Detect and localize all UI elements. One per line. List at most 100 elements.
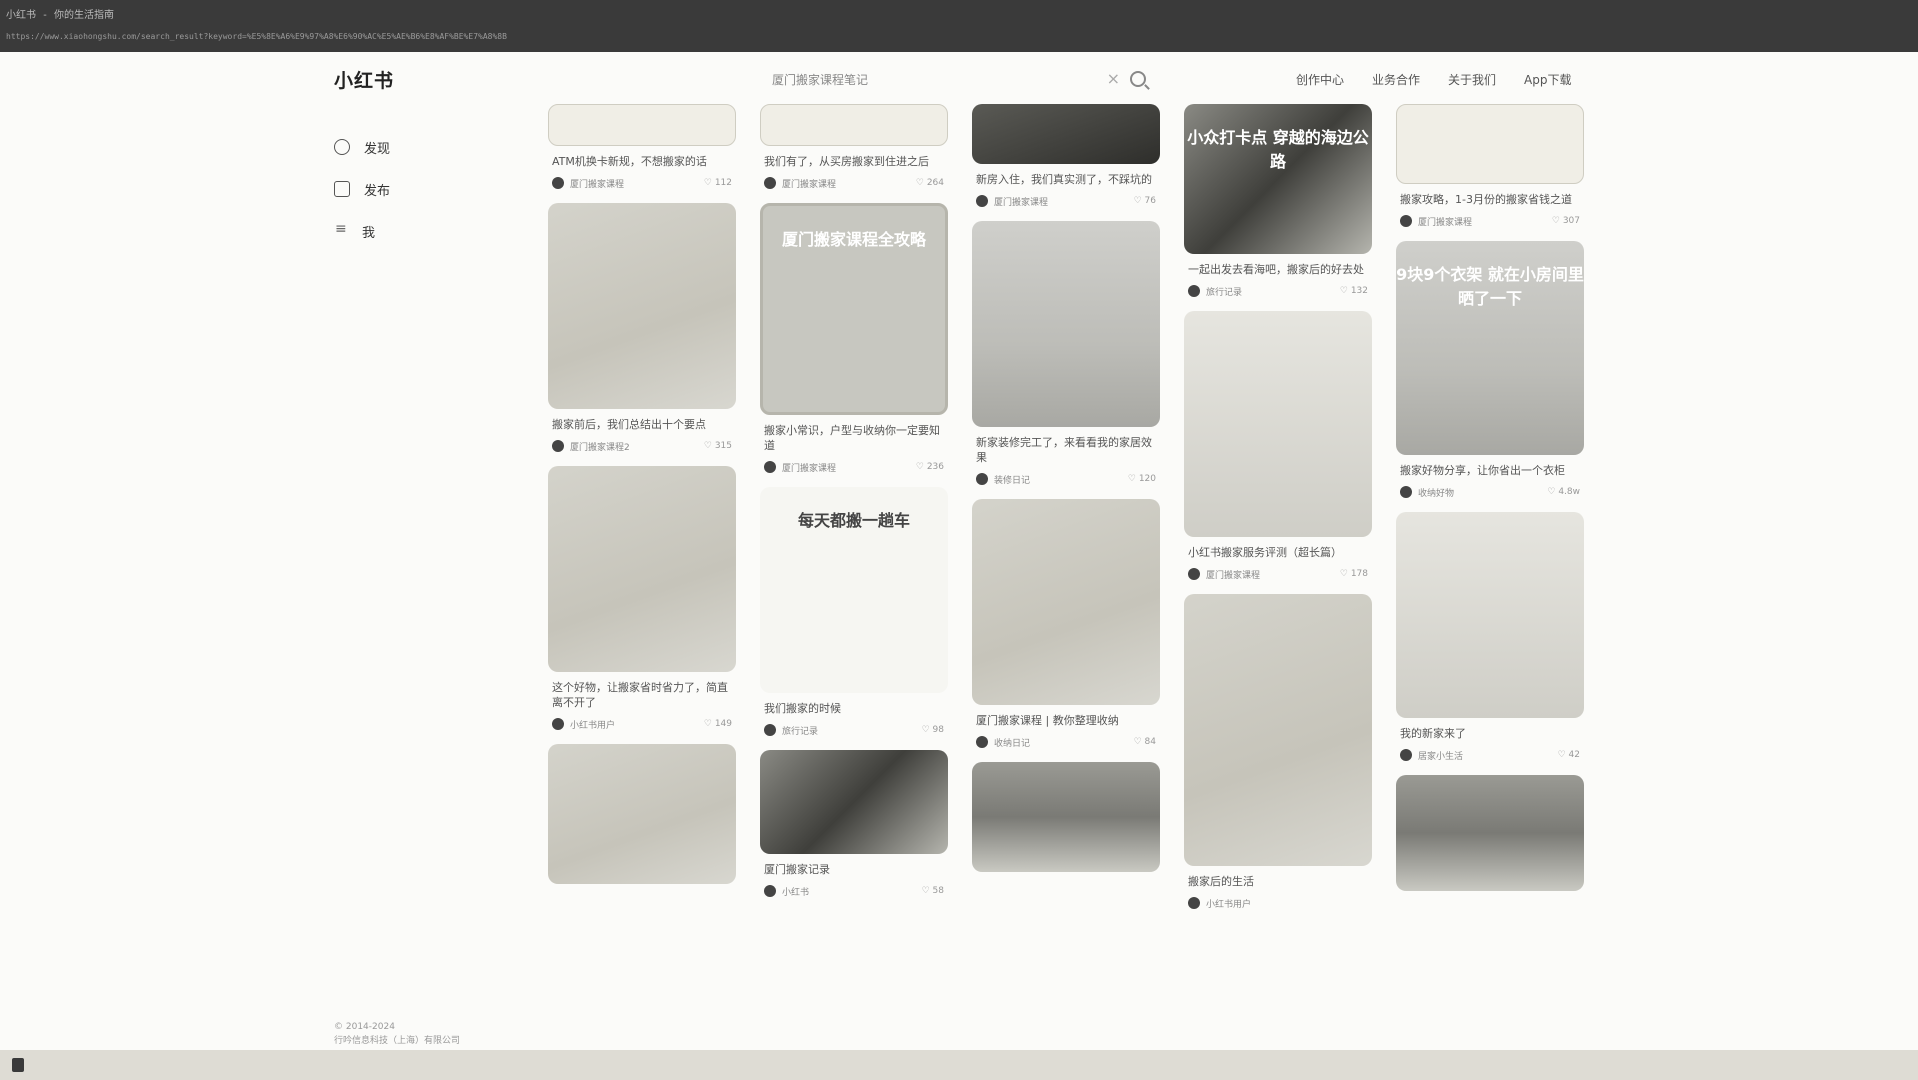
- note-title[interactable]: 我们有了，从买房搬家到住进之后: [760, 154, 948, 169]
- note-cover-image[interactable]: [1184, 311, 1372, 537]
- note-card[interactable]: 9块9个衣架 就在小房间里晒了一下搬家好物分享，让你省出一个衣柜收纳好物4.8w: [1396, 241, 1584, 500]
- note-title[interactable]: 厦门搬家课程 | 教你整理收纳: [972, 713, 1160, 728]
- avatar[interactable]: [1400, 749, 1412, 761]
- like-count[interactable]: 84: [1134, 737, 1156, 747]
- note-title[interactable]: 我们搬家的时候: [760, 701, 948, 716]
- note-cover-image[interactable]: 厦门搬家课程全攻略: [760, 203, 948, 415]
- note-card[interactable]: 这个好物，让搬家省时省力了，简直离不开了小红书用户149: [548, 466, 736, 732]
- note-cover-image[interactable]: [1184, 594, 1372, 866]
- avatar[interactable]: [764, 177, 776, 189]
- avatar[interactable]: [764, 885, 776, 897]
- note-card[interactable]: 我们有了，从买房搬家到住进之后厦门搬家课程264: [760, 104, 948, 191]
- note-card[interactable]: 厦门搬家课程全攻略搬家小常识，户型与收纳你一定要知道厦门搬家课程236: [760, 203, 948, 475]
- note-card[interactable]: 厦门搬家课程 | 教你整理收纳收纳日记84: [972, 499, 1160, 750]
- note-cover-image[interactable]: 9块9个衣架 就在小房间里晒了一下: [1396, 241, 1584, 455]
- note-card[interactable]: 搬家前后，我们总结出十个要点厦门搬家课程2315: [548, 203, 736, 454]
- note-title[interactable]: ATM机换卡新规，不想搬家的话: [548, 154, 736, 169]
- avatar[interactable]: [1400, 486, 1412, 498]
- note-title[interactable]: 新房入住，我们真实测了，不踩坑的: [972, 172, 1160, 187]
- note-cover-image[interactable]: [1396, 512, 1584, 718]
- like-count[interactable]: 120: [1128, 474, 1156, 484]
- nav-about[interactable]: 关于我们: [1448, 71, 1496, 88]
- like-count[interactable]: 307: [1552, 216, 1580, 226]
- note-cover-image[interactable]: [548, 104, 736, 146]
- sidebar-item-publish[interactable]: 发布: [334, 168, 390, 210]
- author-name[interactable]: 小红书用户: [1206, 897, 1368, 910]
- address-bar[interactable]: https://www.xiaohongshu.com/search_resul…: [6, 32, 1406, 41]
- note-card[interactable]: [972, 762, 1160, 872]
- note-card[interactable]: 我的新家来了居家小生活42: [1396, 512, 1584, 763]
- note-cover-image[interactable]: 每天都搬一趟车: [760, 487, 948, 693]
- search-input[interactable]: 厦门搬家课程笔记: [772, 71, 868, 88]
- note-cover-image[interactable]: [548, 203, 736, 409]
- avatar[interactable]: [1188, 568, 1200, 580]
- avatar[interactable]: [976, 195, 988, 207]
- note-card[interactable]: 厦门搬家记录小红书58: [760, 750, 948, 899]
- note-title[interactable]: 搬家前后，我们总结出十个要点: [548, 417, 736, 432]
- author-name[interactable]: 装修日记: [994, 473, 1128, 486]
- note-cover-image[interactable]: [972, 221, 1160, 427]
- note-cover-image[interactable]: [760, 104, 948, 146]
- like-count[interactable]: 4.8w: [1547, 487, 1580, 497]
- avatar[interactable]: [976, 736, 988, 748]
- note-title[interactable]: 厦门搬家记录: [760, 862, 948, 877]
- note-card[interactable]: 小红书搬家服务评测（超长篇） 厦门搬家课程178: [1184, 311, 1372, 582]
- note-card[interactable]: 新房入住，我们真实测了，不踩坑的厦门搬家课程76: [972, 104, 1160, 209]
- note-title[interactable]: 小红书搬家服务评测（超长篇）: [1184, 545, 1372, 560]
- author-name[interactable]: 收纳日记: [994, 736, 1134, 749]
- author-name[interactable]: 厦门搬家课程: [1418, 215, 1552, 228]
- like-count[interactable]: 264: [916, 178, 944, 188]
- like-count[interactable]: 236: [916, 462, 944, 472]
- avatar[interactable]: [1188, 897, 1200, 909]
- like-count[interactable]: 58: [922, 886, 944, 896]
- avatar[interactable]: [552, 718, 564, 730]
- sidebar-item-discover[interactable]: 发现: [334, 126, 390, 168]
- note-title[interactable]: 搬家好物分享，让你省出一个衣柜: [1396, 463, 1584, 478]
- nav-business[interactable]: 业务合作: [1372, 71, 1420, 88]
- note-card[interactable]: 每天都搬一趟车我们搬家的时候旅行记录98: [760, 487, 948, 738]
- note-cover-image[interactable]: [972, 499, 1160, 705]
- avatar[interactable]: [1188, 285, 1200, 297]
- like-count[interactable]: 98: [922, 725, 944, 735]
- author-name[interactable]: 厦门搬家课程: [994, 195, 1134, 208]
- note-cover-image[interactable]: [1396, 104, 1584, 184]
- author-name[interactable]: 厦门搬家课程: [1206, 568, 1340, 581]
- note-title[interactable]: 我的新家来了: [1396, 726, 1584, 741]
- avatar[interactable]: [764, 461, 776, 473]
- nav-app-download[interactable]: App下载: [1524, 71, 1571, 88]
- note-card[interactable]: 小众打卡点 穿越的海边公路一起出发去看海吧，搬家后的好去处旅行记录132: [1184, 104, 1372, 299]
- note-title[interactable]: 一起出发去看海吧，搬家后的好去处: [1184, 262, 1372, 277]
- note-card[interactable]: 搬家攻略，1-3月份的搬家省钱之道厦门搬家课程307: [1396, 104, 1584, 229]
- note-cover-image[interactable]: 小众打卡点 穿越的海边公路: [1184, 104, 1372, 254]
- avatar[interactable]: [1400, 215, 1412, 227]
- author-name[interactable]: 厦门搬家课程: [570, 177, 704, 190]
- note-card[interactable]: [548, 744, 736, 884]
- like-count[interactable]: 42: [1558, 750, 1580, 760]
- author-name[interactable]: 旅行记录: [1206, 285, 1340, 298]
- author-name[interactable]: 厦门搬家课程: [782, 461, 916, 474]
- like-count[interactable]: 149: [704, 719, 732, 729]
- author-name[interactable]: 小红书: [782, 885, 922, 898]
- author-name[interactable]: 居家小生活: [1418, 749, 1558, 762]
- author-name[interactable]: 厦门搬家课程: [782, 177, 916, 190]
- like-count[interactable]: 132: [1340, 286, 1368, 296]
- like-count[interactable]: 76: [1134, 196, 1156, 206]
- note-title[interactable]: 搬家后的生活: [1184, 874, 1372, 889]
- search-icon[interactable]: [1130, 71, 1146, 87]
- note-cover-image[interactable]: [972, 762, 1160, 872]
- avatar[interactable]: [976, 473, 988, 485]
- note-cover-image[interactable]: [548, 744, 736, 884]
- note-cover-image[interactable]: [1396, 775, 1584, 891]
- avatar[interactable]: [764, 724, 776, 736]
- close-icon[interactable]: ×: [1107, 69, 1120, 88]
- logo[interactable]: 小红书: [334, 66, 394, 93]
- author-name[interactable]: 旅行记录: [782, 724, 922, 737]
- note-title[interactable]: 搬家小常识，户型与收纳你一定要知道: [760, 423, 948, 453]
- avatar[interactable]: [552, 440, 564, 452]
- note-cover-image[interactable]: [548, 466, 736, 672]
- note-title[interactable]: 搬家攻略，1-3月份的搬家省钱之道: [1396, 192, 1584, 207]
- like-count[interactable]: 112: [704, 178, 732, 188]
- avatar[interactable]: [552, 177, 564, 189]
- note-card[interactable]: ATM机换卡新规，不想搬家的话厦门搬家课程112: [548, 104, 736, 191]
- like-count[interactable]: 178: [1340, 569, 1368, 579]
